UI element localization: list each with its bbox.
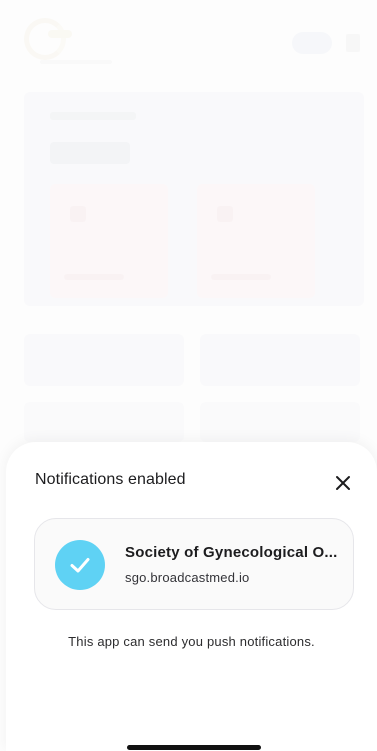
- close-icon: [336, 476, 350, 490]
- sheet-message: This app can send you push notifications…: [68, 634, 315, 649]
- app-card: Society of Gynecological O... sgo.broadc…: [34, 518, 354, 610]
- sheet-title: Notifications enabled: [35, 471, 186, 488]
- notifications-sheet: Notifications enabled Society of Gynecol…: [6, 442, 377, 751]
- check-badge: [55, 540, 105, 590]
- close-button[interactable]: [328, 468, 358, 498]
- app-name: Society of Gynecological O...: [125, 544, 338, 561]
- app-domain: sgo.broadcastmed.io: [125, 570, 250, 585]
- home-indicator[interactable]: [127, 745, 261, 750]
- checkmark-icon: [70, 558, 90, 573]
